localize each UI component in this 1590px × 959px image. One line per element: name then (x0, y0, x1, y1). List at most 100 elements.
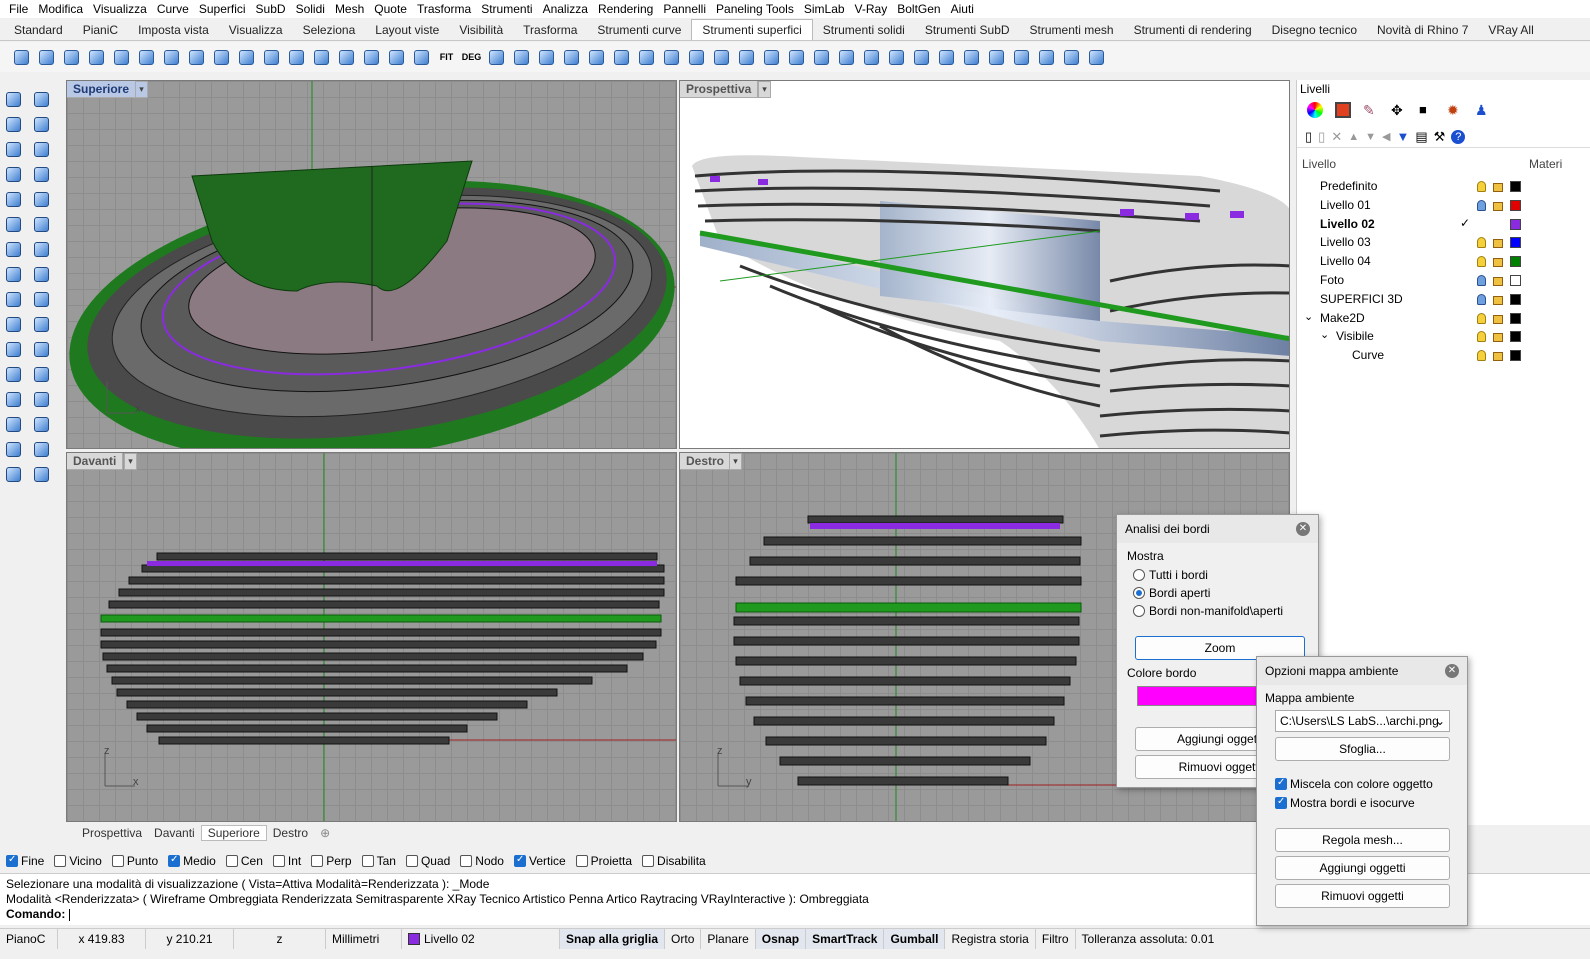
status-history[interactable]: Registra storia (945, 928, 1036, 949)
menu-strumenti[interactable]: Strumenti (476, 2, 537, 16)
radio-bordi-aperti[interactable]: Bordi aperti (1133, 586, 1210, 600)
toolbar-tool-icon[interactable] (810, 46, 833, 69)
menu-simlab[interactable]: SimLab (799, 2, 850, 16)
toolbar-tool-icon[interactable] (1035, 46, 1058, 69)
color-wheel-icon[interactable] (1307, 102, 1323, 118)
sun-icon[interactable]: ✹ (1447, 102, 1463, 118)
viewport-front[interactable]: Davanti ▾ x z (66, 452, 677, 822)
left-tool-icon[interactable] (30, 138, 53, 161)
toolbar-tool-icon[interactable] (760, 46, 783, 69)
status-osnap[interactable]: Osnap (755, 928, 807, 949)
left-tool-icon[interactable] (2, 263, 25, 286)
tab-novit-di-rhino-7[interactable]: Novità di Rhino 7 (1367, 20, 1478, 40)
left-tool-icon[interactable] (2, 163, 25, 186)
toolbar-tool-icon[interactable] (910, 46, 933, 69)
left-tool-icon[interactable] (2, 288, 25, 311)
menu-visualizza[interactable]: Visualizza (88, 2, 152, 16)
toolbar-tool-icon[interactable] (510, 46, 533, 69)
osnap-fine[interactable]: Fine (6, 854, 44, 868)
tab-seleziona[interactable]: Seleziona (293, 20, 366, 40)
chevron-down-icon[interactable]: ▾ (124, 453, 137, 470)
toolbar-tool-icon[interactable] (960, 46, 983, 69)
menu-solidi[interactable]: Solidi (291, 2, 330, 16)
bulb-icon[interactable] (1477, 312, 1486, 324)
toolbar-tool-icon[interactable] (335, 46, 358, 69)
adjust-mesh-button[interactable]: Regola mesh... (1275, 828, 1450, 852)
osnap-medio[interactable]: Medio (168, 854, 216, 868)
move-left-icon[interactable]: ◀ (1382, 130, 1390, 143)
tab-layout-viste[interactable]: Layout viste (365, 20, 449, 40)
tab-strumenti-curve[interactable]: Strumenti curve (587, 20, 691, 40)
left-tool-icon[interactable] (2, 213, 25, 236)
viewport-tab-prospettiva[interactable]: Prospettiva (76, 826, 148, 840)
left-tool-icon[interactable] (30, 463, 53, 486)
status-gumball[interactable]: Gumball (884, 928, 946, 949)
menu-file[interactable]: File (4, 2, 33, 16)
bulb-icon[interactable] (1477, 237, 1486, 249)
expand-icon[interactable]: ⌄ (1304, 310, 1313, 323)
osnap-vicino[interactable]: Vicino (54, 854, 102, 868)
menu-superfici[interactable]: Superfici (194, 2, 251, 16)
left-tool-icon[interactable] (30, 313, 53, 336)
left-tool-icon[interactable] (30, 88, 53, 111)
toolbar-tool-icon[interactable]: DEG (460, 46, 483, 69)
lock-icon[interactable] (1493, 183, 1503, 192)
toolbar-tool-icon[interactable] (935, 46, 958, 69)
toolbar-tool-icon[interactable] (710, 46, 733, 69)
left-tool-icon[interactable] (30, 413, 53, 436)
status-ortho[interactable]: Orto (665, 928, 702, 949)
toolbar-tool-icon[interactable] (1060, 46, 1083, 69)
left-tool-icon[interactable] (30, 113, 53, 136)
viewport-label-front[interactable]: Davanti (67, 453, 124, 470)
osnap-cen[interactable]: Cen (225, 854, 263, 868)
tab-strumenti-mesh[interactable]: Strumenti mesh (1020, 20, 1124, 40)
viewport-tab-destro[interactable]: Destro (267, 826, 314, 840)
left-tool-icon[interactable] (2, 138, 25, 161)
status-filter[interactable]: Filtro (1036, 928, 1076, 949)
browse-button[interactable]: Sfoglia... (1275, 737, 1450, 761)
left-tool-icon[interactable] (2, 313, 25, 336)
left-tool-icon[interactable] (2, 413, 25, 436)
toolbar-tool-icon[interactable] (385, 46, 408, 69)
toolbar-tool-icon[interactable] (985, 46, 1008, 69)
left-tool-icon[interactable] (30, 163, 53, 186)
layer-color-swatch[interactable] (1510, 331, 1521, 343)
tab-strumenti-superfici[interactable]: Strumenti superfici (691, 19, 813, 40)
move-up-icon[interactable]: ▲ (1348, 131, 1359, 143)
viewport-tab-davanti[interactable]: Davanti (148, 826, 201, 840)
left-tool-icon[interactable] (30, 438, 53, 461)
menu-subd[interactable]: SubD (251, 2, 291, 16)
tab-visibilit[interactable]: Visibilità (449, 20, 513, 40)
chevron-down-icon[interactable]: ▾ (758, 81, 771, 98)
tab-standard[interactable]: Standard (4, 20, 73, 40)
toolbar-tool-icon[interactable] (835, 46, 858, 69)
status-tolerance[interactable]: Tolleranza assoluta: 0.01 (1076, 929, 1221, 949)
left-tool-icon[interactable] (2, 388, 25, 411)
tab-strumenti-di-rendering[interactable]: Strumenti di rendering (1124, 20, 1262, 40)
layer-row[interactable]: Curve (1297, 346, 1590, 365)
menu-curve[interactable]: Curve (152, 2, 194, 16)
brush-icon[interactable]: ✎ (1363, 102, 1379, 118)
layer-color-swatch[interactable] (1510, 256, 1521, 268)
tab-strumenti-solidi[interactable]: Strumenti solidi (813, 20, 915, 40)
blend-checkbox[interactable]: Miscela con colore oggetto (1275, 777, 1433, 791)
bulb-icon[interactable] (1477, 331, 1486, 343)
left-tool-icon[interactable] (30, 338, 53, 361)
left-tool-icon[interactable] (30, 388, 53, 411)
toolbar-tool-icon[interactable] (410, 46, 433, 69)
menu-aiuti[interactable]: Aiuti (946, 2, 979, 16)
toolbar-tool-icon[interactable] (35, 46, 58, 69)
osnap-quad[interactable]: Quad (405, 854, 450, 868)
toolbar-tool-icon[interactable] (635, 46, 658, 69)
status-smarttrack[interactable]: SmartTrack (806, 928, 885, 949)
lock-icon[interactable] (1493, 295, 1503, 305)
layer-row[interactable]: Livello 01 (1297, 196, 1590, 215)
bulb-icon[interactable] (1477, 275, 1486, 286)
status-snap[interactable]: Snap alla griglia (560, 928, 666, 949)
toolbar-tool-icon[interactable] (160, 46, 183, 69)
menu-trasforma[interactable]: Trasforma (412, 2, 476, 16)
osnap-perp[interactable]: Perp (311, 854, 352, 868)
layer-color-swatch[interactable] (1510, 237, 1521, 249)
status-layer[interactable]: Livello 02 (402, 928, 560, 949)
lock-icon[interactable] (1493, 314, 1503, 324)
